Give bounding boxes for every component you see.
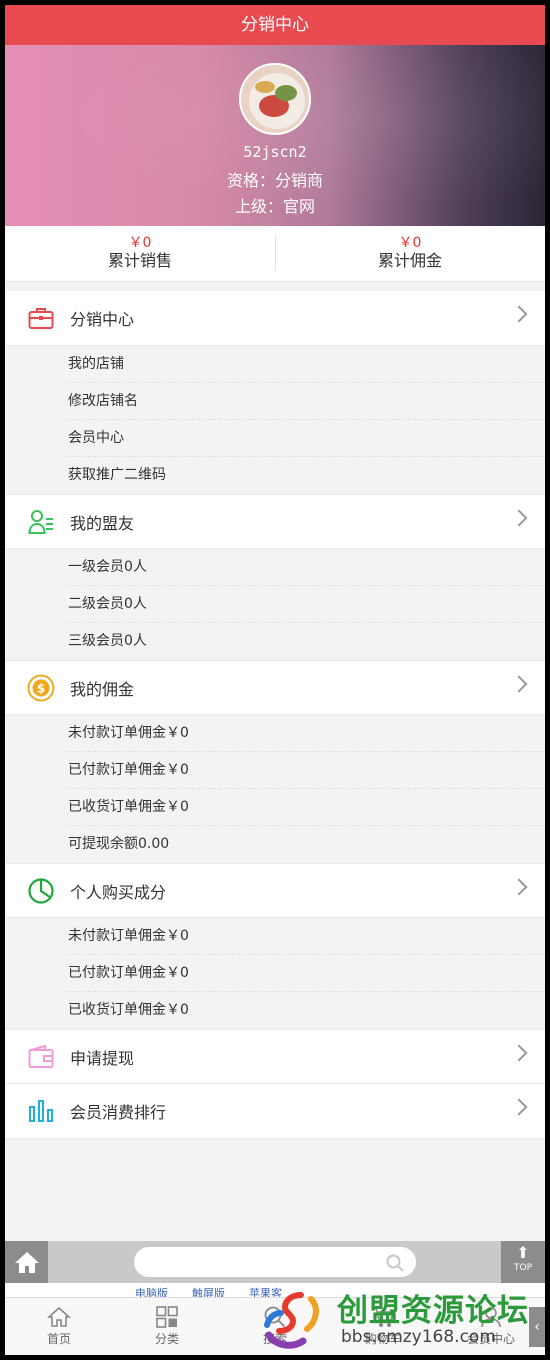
section-my-commission[interactable]: $ 我的佣金 [5, 660, 545, 715]
section-my-allies[interactable]: 我的盟友 [5, 494, 545, 549]
avatar[interactable] [239, 63, 311, 135]
back-to-top-button[interactable]: ⬆ TOP [501, 1241, 545, 1283]
section-title: 分销中心 [70, 310, 135, 329]
home-button[interactable] [5, 1241, 48, 1283]
list-item[interactable]: 已收货订单佣金￥0 [68, 789, 545, 826]
qualification-text: 资格：分销商 [226, 171, 323, 190]
section-title: 我的盟友 [70, 513, 135, 533]
stats-row: ￥0 累计销售 ￥0 累计佣金 [5, 226, 545, 282]
footer-bar: ⬆ TOP [5, 1241, 545, 1283]
section-items: 未付款订单佣金￥0 已付款订单佣金￥0 已收货订单佣金￥0 可提现余额0.00 [5, 715, 545, 863]
stat-total-sales[interactable]: ￥0 累计销售 [5, 226, 275, 281]
watermark: 创盟资源论坛 bbs.cmzy168.com [261, 1283, 545, 1355]
section-title: 我的佣金 [70, 679, 135, 699]
list-item[interactable]: 已付款订单佣金￥0 [68, 752, 545, 789]
tab-category[interactable]: 分类 [113, 1298, 221, 1355]
bar-chart-icon [27, 1097, 55, 1125]
home-icon [14, 1252, 39, 1273]
section-personal-purchase[interactable]: 个人购买成分 [5, 863, 545, 918]
dollar-coin-icon: $ [27, 674, 55, 702]
list-item[interactable]: 会员中心 [68, 420, 545, 457]
list-item[interactable]: 获取推广二维码 [68, 457, 545, 494]
section-title: 申请提现 [70, 1048, 135, 1068]
arrow-up-icon: ⬆ [516, 1243, 530, 1262]
list-item[interactable]: 我的店铺 [68, 346, 545, 383]
chevron-left-icon[interactable]: ‹ [529, 1307, 545, 1347]
list-item[interactable]: 三级会员0人 [68, 623, 545, 660]
section-items: 未付款订单佣金￥0 已付款订单佣金￥0 已收货订单佣金￥0 [5, 918, 545, 1029]
users-list-icon [27, 508, 55, 536]
home-icon [5, 1304, 113, 1330]
stat-amount: ￥0 [398, 235, 422, 251]
stat-amount: ￥0 [128, 235, 152, 251]
svg-text:$: $ [37, 681, 45, 695]
section-apply-withdraw[interactable]: 申请提现 [5, 1029, 545, 1084]
list-item[interactable]: 已收货订单佣金￥0 [68, 992, 545, 1029]
stat-total-commission[interactable]: ￥0 累计佣金 [275, 226, 545, 281]
stat-label: 累计销售 [107, 251, 172, 270]
list-item[interactable]: 未付款订单佣金￥0 [68, 715, 545, 752]
grid-icon [113, 1304, 221, 1330]
watermark-logo [264, 1292, 319, 1349]
page-title: 分销中心 [5, 5, 545, 45]
section-member-ranking[interactable]: 会员消费排行 [5, 1084, 545, 1139]
search-icon[interactable] [386, 1254, 404, 1276]
list-item[interactable]: 修改店铺名 [68, 383, 545, 420]
section-distribution-center[interactable]: 分销中心 [5, 291, 545, 346]
superior-text: 上级：官网 [234, 197, 315, 216]
tab-home[interactable]: 首页 [5, 1298, 113, 1355]
list-item[interactable]: 已付款订单佣金￥0 [68, 955, 545, 992]
briefcase-icon [27, 304, 55, 332]
app-frame: 分销中心 52jscn2 资格：分销商 上级：官网 ￥0 累计销售 ￥0 累计佣… [5, 5, 545, 1355]
pie-chart-icon [27, 877, 55, 905]
section-title: 个人购买成分 [70, 882, 167, 902]
tab-label: 分类 [154, 1332, 179, 1346]
tab-label: 首页 [46, 1332, 71, 1346]
list-item[interactable]: 未付款订单佣金￥0 [68, 918, 545, 955]
section-items: 一级会员0人 二级会员0人 三级会员0人 [5, 549, 545, 660]
section-items: 我的店铺 修改店铺名 会员中心 获取推广二维码 [5, 346, 545, 494]
watermark-title: 创盟资源论坛 [337, 1293, 529, 1329]
list-item[interactable]: 二级会员0人 [68, 586, 545, 623]
watermark-url: bbs.cmzy168.com [341, 1327, 496, 1347]
stat-label: 累计佣金 [377, 251, 442, 270]
search-input[interactable] [134, 1247, 416, 1277]
wallet-icon [27, 1043, 55, 1071]
username: 52jscn2 [243, 143, 307, 161]
profile-banner: 52jscn2 资格：分销商 上级：官网 [5, 45, 545, 226]
list-item[interactable]: 一级会员0人 [68, 549, 545, 586]
top-label: TOP [513, 1263, 532, 1273]
list-item[interactable]: 可提现余额0.00 [68, 826, 545, 863]
section-title: 会员消费排行 [70, 1103, 167, 1122]
